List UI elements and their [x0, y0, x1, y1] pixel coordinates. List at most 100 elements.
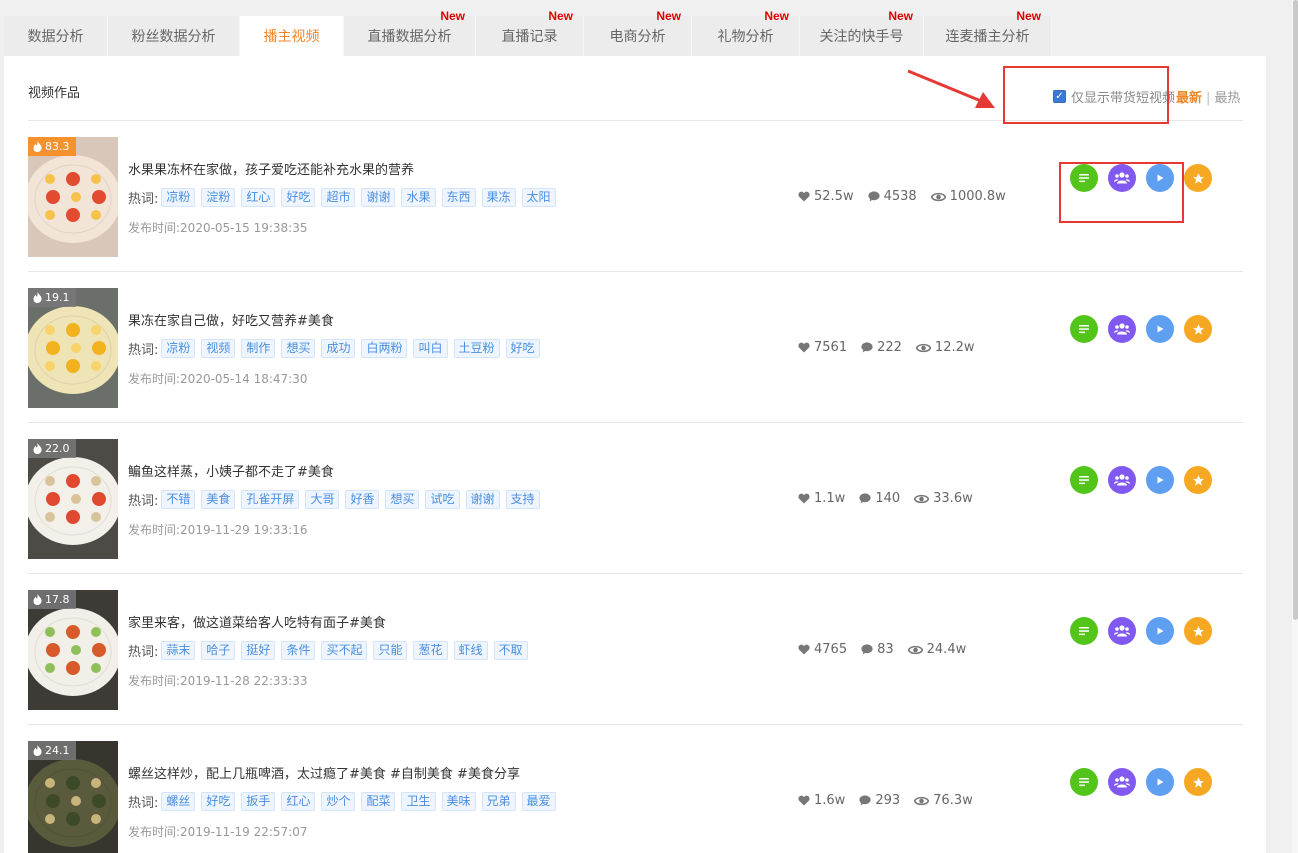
keyword-tag[interactable]: 不取 — [493, 641, 528, 660]
keyword-tag[interactable]: 兄弟 — [481, 792, 516, 811]
keyword-tag[interactable]: 白两粉 — [361, 339, 408, 358]
keyword-tag[interactable]: 美味 — [441, 792, 476, 811]
video-title[interactable]: 鳊鱼这样蒸，小姨子都不走了#美食 — [128, 461, 334, 480]
keyword-tag[interactable]: 红心 — [241, 188, 276, 207]
keyword-tag[interactable]: 不错 — [161, 490, 196, 509]
favorite-button[interactable] — [1184, 164, 1212, 192]
sort-hottest[interactable]: 最热 — [1214, 91, 1240, 106]
keyword-tag[interactable]: 试吃 — [425, 490, 460, 509]
video-thumbnail[interactable]: 22.0 — [28, 439, 118, 559]
tab-ecommerce-analysis[interactable]: 电商分析 New — [584, 9, 692, 56]
keyword-tag[interactable]: 美食 — [201, 490, 236, 509]
tab-gift-analysis[interactable]: 礼物分析 New — [692, 9, 800, 56]
keyword-tag[interactable]: 好香 — [345, 490, 380, 509]
keyword-tag[interactable]: 卫生 — [401, 792, 436, 811]
keyword-tag[interactable]: 挺好 — [241, 641, 276, 660]
tab-label: 礼物分析 — [717, 29, 774, 45]
keyword-tag[interactable]: 想买 — [385, 490, 420, 509]
video-row[interactable]: 24.1 螺丝这样炒，配上几瓶啤酒，太过瘾了#美食 #自制美食 #美食分享 热词… — [28, 725, 1243, 853]
tab-live-records[interactable]: 直播记录 New — [476, 9, 584, 56]
favorite-button[interactable] — [1184, 768, 1212, 796]
video-thumbnail[interactable]: 17.8 — [28, 590, 118, 710]
keyword-tag[interactable]: 虾线 — [453, 641, 488, 660]
filter-sales-videos[interactable]: ✓ 仅显示带货短视频 — [1053, 87, 1175, 106]
keyword-tag[interactable]: 支持 — [505, 490, 540, 509]
video-row[interactable]: 19.1 果冻在家自己做，好吃又营养#美食 热词: 凉粉 视频 制作 想买 成功 白两粉叫… — [28, 272, 1243, 423]
keyword-tag[interactable]: 哈子 — [201, 641, 236, 660]
detail-button[interactable] — [1070, 617, 1098, 645]
keyword-tag[interactable]: 制作 — [241, 339, 276, 358]
video-title[interactable]: 螺丝这样炒，配上几瓶啤酒，太过瘾了#美食 #自制美食 #美食分享 — [128, 763, 520, 782]
keyword-tag[interactable]: 果冻 — [481, 188, 516, 207]
page-scrollbar[interactable] — [1292, 0, 1298, 853]
fans-analysis-button[interactable] — [1108, 466, 1136, 494]
keyword-tag[interactable]: 螺丝 — [161, 792, 196, 811]
video-thumbnail[interactable]: 24.1 — [28, 741, 118, 853]
keyword-tag[interactable]: 红心 — [281, 792, 316, 811]
play-video-button[interactable] — [1146, 315, 1174, 343]
video-thumbnail[interactable]: 83.3 — [28, 137, 118, 257]
keyword-tag[interactable]: 扳手 — [241, 792, 276, 811]
keyword-tag[interactable]: 配菜 — [361, 792, 396, 811]
fans-analysis-button[interactable] — [1108, 768, 1136, 796]
fans-analysis-button[interactable] — [1108, 315, 1136, 343]
tab-co-streaming-analysis[interactable]: 连麦播主分析 New — [924, 9, 1052, 56]
keyword-tag[interactable]: 想买 — [281, 339, 316, 358]
detail-button[interactable] — [1070, 315, 1098, 343]
scrollbar-thumb[interactable] — [1293, 0, 1298, 620]
play-video-button[interactable] — [1146, 466, 1174, 494]
keyword-tag[interactable]: 好吃 — [281, 188, 316, 207]
list-icon — [1079, 476, 1089, 485]
play-video-button[interactable] — [1146, 617, 1174, 645]
keyword-tag[interactable]: 太阳 — [521, 188, 556, 207]
keyword-tag[interactable]: 土豆粉 — [453, 339, 500, 358]
tab-followed-accounts[interactable]: 关注的快手号 New — [800, 9, 924, 56]
keyword-tag[interactable]: 最爱 — [521, 792, 556, 811]
keyword-tag[interactable]: 水果 — [401, 188, 436, 207]
keyword-tag[interactable]: 只能 — [373, 641, 408, 660]
tab-live-analysis[interactable]: 直播数据分析 New — [344, 9, 476, 56]
keyword-tag[interactable]: 条件 — [281, 641, 316, 660]
play-video-button[interactable] — [1146, 768, 1174, 796]
keyword-tag[interactable]: 大哥 — [305, 490, 340, 509]
keyword-tag[interactable]: 好吃 — [201, 792, 236, 811]
fans-analysis-button[interactable] — [1108, 164, 1136, 192]
keyword-tag[interactable]: 超市 — [321, 188, 356, 207]
detail-button[interactable] — [1070, 768, 1098, 796]
video-title[interactable]: 果冻在家自己做，好吃又营养#美食 — [128, 310, 334, 329]
keyword-tag[interactable]: 凉粉 — [161, 339, 196, 358]
keyword-tag[interactable]: 谢谢 — [361, 188, 396, 207]
tab-fans-analysis[interactable]: 粉丝数据分析 — [108, 16, 240, 56]
row-actions — [1070, 164, 1212, 192]
favorite-button[interactable] — [1184, 315, 1212, 343]
video-thumbnail[interactable]: 19.1 — [28, 288, 118, 408]
keyword-tag[interactable]: 孔雀开屏 — [241, 490, 300, 509]
video-title[interactable]: 水果果冻杯在家做，孩子爱吃还能补充水果的营养 — [128, 159, 414, 178]
play-video-button[interactable] — [1146, 164, 1174, 192]
video-title[interactable]: 家里来客，做这道菜给客人吃特有面子#美食 — [128, 612, 386, 631]
sort-latest[interactable]: 最新 — [1176, 91, 1202, 106]
video-row[interactable]: 83.3 水果果冻杯在家做，孩子爱吃还能补充水果的营养 热词: 凉粉 淀粉 红心 好吃… — [28, 121, 1243, 272]
video-row[interactable]: 17.8 家里来客，做这道菜给客人吃特有面子#美食 热词: 蒜末 哈子 挺好 条件 买不… — [28, 574, 1243, 725]
fans-analysis-button[interactable] — [1108, 617, 1136, 645]
tab-data-analysis[interactable]: 数据分析 — [4, 16, 108, 56]
keyword-tag[interactable]: 凉粉 — [161, 188, 196, 207]
keyword-tag[interactable]: 葱花 — [413, 641, 448, 660]
video-row[interactable]: 22.0 鳊鱼这样蒸，小姨子都不走了#美食 热词: 不错 美食 孔雀开屏 大哥 好香 想买… — [28, 423, 1243, 574]
keyword-tag[interactable]: 谢谢 — [465, 490, 500, 509]
checkbox-checked-icon[interactable]: ✓ — [1053, 90, 1066, 103]
keyword-tag[interactable]: 买不起 — [321, 641, 368, 660]
keyword-tag[interactable]: 视频 — [201, 339, 236, 358]
keyword-tag[interactable]: 东西 — [441, 188, 476, 207]
tab-creator-videos[interactable]: 播主视频 — [240, 16, 344, 56]
keyword-tag[interactable]: 叫白 — [413, 339, 448, 358]
keyword-tag[interactable]: 淀粉 — [201, 188, 236, 207]
detail-button[interactable] — [1070, 466, 1098, 494]
detail-button[interactable] — [1070, 164, 1098, 192]
keyword-tag[interactable]: 好吃 — [505, 339, 540, 358]
favorite-button[interactable] — [1184, 466, 1212, 494]
favorite-button[interactable] — [1184, 617, 1212, 645]
keyword-tag[interactable]: 蒜末 — [161, 641, 196, 660]
keyword-tag[interactable]: 成功 — [321, 339, 356, 358]
keyword-tag[interactable]: 炒个 — [321, 792, 356, 811]
